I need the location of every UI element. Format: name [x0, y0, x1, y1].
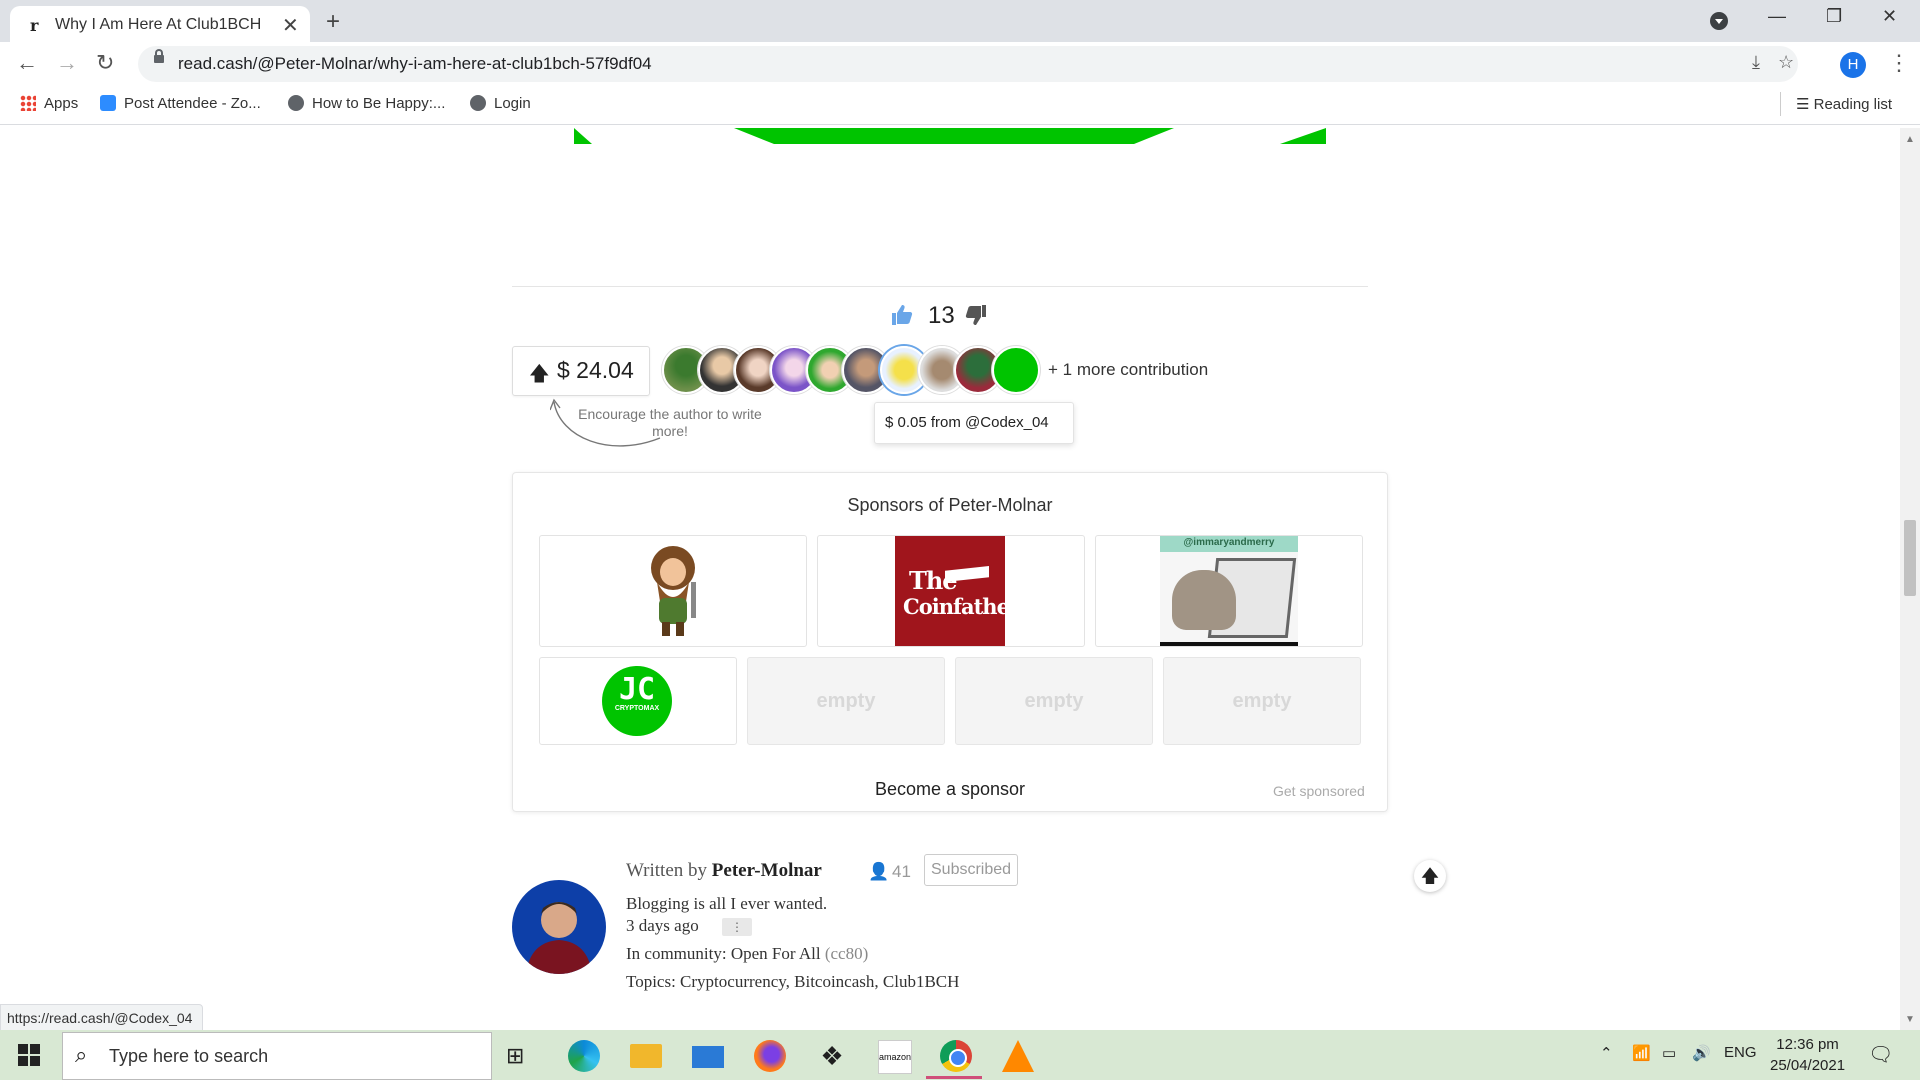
firefox-icon[interactable] [754, 1040, 786, 1072]
bookmark-post-attendee[interactable]: Post Attendee - Zo... [100, 95, 261, 112]
sponsor-slot-empty[interactable]: empty [1163, 657, 1361, 745]
file-explorer-icon[interactable] [630, 1044, 662, 1068]
tray-chevron-icon[interactable]: ⌃ [1600, 1044, 1613, 1062]
language-indicator[interactable]: ENG [1724, 1044, 1757, 1061]
subscribed-button[interactable]: Subscribed [924, 854, 1019, 886]
cat-laptop-image: @immaryandmerry [1160, 536, 1298, 646]
address-bar[interactable]: read.cash/@Peter-Molnar/why-i-am-here-at… [138, 46, 1798, 82]
task-view-icon[interactable]: ⊞ [506, 1040, 538, 1072]
minimize-icon[interactable]: — [1768, 6, 1786, 27]
scroll-thumb[interactable] [1904, 520, 1916, 596]
back-icon[interactable]: ← [16, 50, 38, 76]
battery-icon[interactable]: ▭ [1662, 1044, 1676, 1062]
window-close-icon[interactable]: ✕ [1882, 6, 1897, 27]
chrome-menu-icon[interactable]: ⋮ [1888, 50, 1910, 76]
back-to-top-icon[interactable]: 🡅 [1414, 860, 1446, 892]
green-banner-image [574, 128, 1326, 144]
sponsor-tile-cryptomax[interactable]: JC CRYPTOMAX [539, 657, 737, 745]
bookmark-star-icon[interactable]: ☆ [1778, 52, 1794, 73]
author-name-link[interactable]: Peter-Molnar [712, 860, 822, 881]
edge-icon[interactable] [568, 1040, 600, 1072]
reading-list-icon: ☰ [1796, 96, 1814, 113]
tip-button[interactable]: 🡅 $ 24.04 [512, 346, 650, 396]
sponsors-title: Sponsors of Peter-Molnar [847, 495, 1053, 515]
amazon-icon[interactable]: amazon [878, 1040, 912, 1074]
dropbox-icon[interactable]: ❖ [816, 1040, 848, 1072]
community-line: In community: Open For All (cc80) [626, 944, 869, 963]
tip-amount: $ 24.04 [557, 357, 634, 383]
more-options-icon[interactable]: ⋮ [722, 918, 752, 936]
bookmark-login[interactable]: Login [470, 95, 531, 112]
sponsor-slot-empty[interactable]: empty [955, 657, 1153, 745]
notifications-icon[interactable]: 🗨 [1868, 1042, 1893, 1067]
thumbs-down-icon[interactable] [964, 304, 988, 332]
sponsor-tile-dwarf[interactable] [539, 535, 807, 647]
network-icon[interactable]: 📶 [1632, 1044, 1651, 1062]
tab-close-icon[interactable]: ✕ [282, 13, 299, 38]
forward-icon[interactable]: → [56, 50, 78, 76]
contributor-avatar-cryptomax[interactable] [992, 346, 1040, 394]
active-app-indicator [926, 1076, 982, 1079]
bookmarks-separator [1780, 92, 1781, 116]
scroll-up-icon[interactable]: ▲ [1905, 134, 1915, 145]
published-time: 3 days ago [626, 916, 699, 935]
install-app-icon[interactable]: ⤓ [1752, 52, 1760, 73]
topics-line: Topics: Cryptocurrency, Bitcoincash, Clu… [626, 972, 960, 991]
new-tab-icon[interactable]: + [326, 8, 340, 36]
sponsor-dwarf-image [651, 546, 696, 636]
taskbar-search-placeholder: Type here to search [109, 1046, 269, 1066]
taskbar-clock[interactable]: 12:36 pm 25/04/2021 [1770, 1034, 1845, 1076]
lock-icon [154, 49, 164, 63]
url-text: read.cash/@Peter-Molnar/why-i-am-here-at… [178, 54, 652, 73]
status-bar-url: https://read.cash/@Codex_04 [0, 1004, 204, 1032]
read-cash-favicon-icon: r [30, 16, 39, 35]
arrow-up-icon: 🡅 [529, 363, 550, 385]
encourage-text: Encourage the author to write more! [578, 406, 762, 439]
tooltip-text: $ 0.05 from @Codex_04 [885, 414, 1049, 431]
reload-icon[interactable]: ↻ [96, 50, 114, 76]
become-sponsor-link[interactable]: Become a sponsor [513, 779, 1387, 800]
content-divider [512, 286, 1368, 287]
user-icon: 👤 [868, 862, 890, 881]
reading-list-button[interactable]: ☰ Reading list [1796, 95, 1892, 113]
sponsor-tile-cat[interactable]: @immaryandmerry [1095, 535, 1363, 647]
mail-icon[interactable] [692, 1046, 724, 1068]
cryptomax-logo: JC CRYPTOMAX [602, 666, 672, 736]
more-contributions-link[interactable]: + 1 more contribution [1048, 360, 1208, 380]
author-bio: Blogging is all I ever wanted. [626, 894, 828, 913]
globe-icon [470, 95, 486, 111]
tab-search-icon[interactable] [1710, 12, 1728, 30]
search-icon: ⌕ [75, 1042, 88, 1067]
author-avatar[interactable] [512, 880, 606, 974]
sponsors-panel: Sponsors of Peter-Molnar The Coinfather … [512, 472, 1388, 812]
community-link[interactable]: Open For All [731, 944, 821, 963]
get-sponsored-link[interactable]: Get sponsored [1273, 783, 1365, 799]
profile-avatar[interactable]: H [1840, 52, 1866, 78]
sponsor-slot-empty[interactable]: empty [747, 657, 945, 745]
contribution-tooltip: $ 0.05 from @Codex_04 [874, 402, 1074, 444]
thumbs-up-icon[interactable] [890, 304, 914, 332]
follower-count: 41 [892, 862, 911, 881]
chrome-icon[interactable] [940, 1040, 972, 1072]
volume-icon[interactable]: 🔊 [1692, 1044, 1711, 1062]
vote-count: 13 [928, 302, 955, 329]
tab-active[interactable]: r Why I Am Here At Club1BCH ✕ [10, 6, 310, 42]
taskbar-search-box[interactable]: ⌕ Type here to search [62, 1032, 492, 1080]
windows-start-icon[interactable] [18, 1044, 40, 1066]
globe-icon [288, 95, 304, 111]
sponsor-tile-coinfather[interactable]: The Coinfather [817, 535, 1085, 647]
apps-grid-icon [20, 95, 36, 111]
restore-icon[interactable]: ❐ [1826, 6, 1842, 27]
tab-title: Why I Am Here At Club1BCH [55, 16, 262, 33]
bookmark-apps[interactable]: Apps [20, 95, 78, 112]
written-by: Written by Peter-Molnar [626, 860, 822, 881]
zoom-icon [100, 95, 116, 111]
scroll-down-icon[interactable]: ▼ [1905, 1014, 1915, 1025]
bookmark-how-to-be-happy[interactable]: How to Be Happy:... [288, 95, 445, 112]
page-content: 13 🡅 $ 24.04 Encourage the author to wri… [0, 128, 1900, 1030]
coinfather-logo: The Coinfather [895, 536, 1020, 646]
